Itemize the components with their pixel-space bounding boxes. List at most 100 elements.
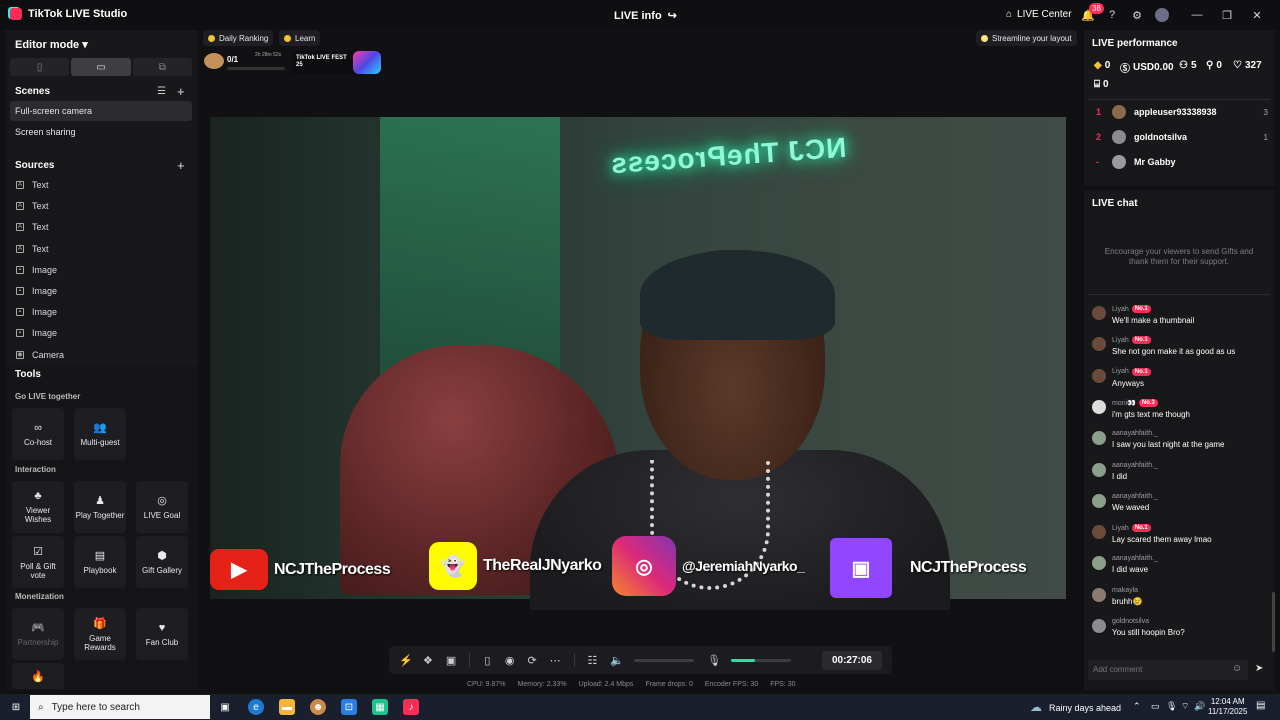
chat-message[interactable]: moni👀 No.3 i'm gts text me though — [1092, 398, 1268, 419]
file-explorer-icon[interactable]: ▬ — [279, 699, 295, 715]
chat-message[interactable]: makayla bruhh😢 — [1092, 587, 1268, 606]
dual-mode-tab[interactable]: ⧉ — [132, 58, 192, 76]
stat-frame-drops: Frame drops: 0 — [645, 681, 693, 688]
chat-message[interactable]: Liyah No.1 Lay scared them away lmao — [1092, 524, 1268, 544]
store-icon[interactable]: ⊡ — [341, 699, 357, 715]
portrait-mode-tab[interactable]: ▯ — [10, 58, 70, 76]
chat-message[interactable]: aanayahfaith._ We waved — [1092, 493, 1268, 512]
scene-item[interactable]: Full-screen camera — [10, 101, 192, 121]
instagram-handle: @JeremiahNyarko_ — [682, 558, 805, 574]
network-icon[interactable]: ▭ — [1151, 701, 1160, 712]
add-source-icon[interactable]: + — [177, 158, 185, 173]
gift-icon: ⌸ — [1094, 79, 1100, 90]
chat-username-row: makayla — [1112, 587, 1142, 594]
settings-gear-icon[interactable]: ⚙ — [1130, 8, 1144, 22]
volume-icon[interactable]: 🔊 — [1194, 701, 1205, 712]
multi-guest-button[interactable]: 👥 Multi-guest — [74, 408, 126, 460]
viewer-wishes-button[interactable]: ♣ Viewer Wishes — [12, 481, 64, 533]
speaker-icon[interactable]: 🔈 — [610, 654, 624, 667]
layout-icon[interactable]: ▣ — [446, 654, 456, 667]
chat-message[interactable]: aanayahfaith._ I did wave — [1092, 555, 1268, 574]
source-item[interactable]: ▪ Image — [16, 328, 57, 338]
help-icon[interactable]: ? — [1105, 8, 1119, 22]
phone-icon[interactable]: ▯ — [483, 654, 492, 667]
wifi-icon[interactable]: ⌔ — [1181, 701, 1189, 712]
streamline-layout-button[interactable]: Streamline your layout — [976, 30, 1077, 46]
chat-message[interactable]: Liyah No.1 She not gon make it as good as… — [1092, 336, 1268, 356]
minimize-icon[interactable]: — — [1190, 8, 1204, 22]
search-icon: ⌕ — [38, 701, 44, 713]
play-together-button[interactable]: ♟ Play Together — [74, 481, 126, 533]
close-icon[interactable]: ✕ — [1250, 8, 1264, 22]
source-item[interactable]: ◉ Camera — [16, 350, 64, 360]
add-scene-icon[interactable]: + — [177, 84, 185, 99]
chevron-up-icon[interactable]: ⌃ — [1133, 701, 1141, 712]
source-item[interactable]: A Text — [16, 201, 49, 211]
send-icon[interactable]: ➤ — [1255, 663, 1263, 674]
source-item[interactable]: ▪ Image — [16, 307, 57, 317]
live-center-button[interactable]: ⌂ LIVE Center — [1006, 9, 1072, 20]
poll-gift-vote-button[interactable]: ☑ Poll & Gift vote — [12, 536, 64, 588]
magic-wand-icon[interactable]: ⚡ — [399, 654, 413, 667]
windows-start-icon[interactable]: ⊞ — [8, 699, 24, 715]
landscape-mode-tab[interactable]: ▭ — [71, 58, 131, 76]
effects-icon[interactable]: ❖ — [423, 654, 433, 667]
ranking-row[interactable]: 1 appleuser93338938 3 — [1096, 103, 1268, 121]
scene-item[interactable]: Screen sharing — [10, 122, 192, 142]
microphone-icon[interactable]: 🎙 — [707, 654, 721, 667]
comment-input[interactable]: Add comment — [1088, 660, 1248, 680]
chat-message[interactable]: aanayahfaith._ I did — [1092, 462, 1268, 481]
chat-scrollbar[interactable] — [1272, 592, 1275, 652]
chat-message[interactable]: aanayahfaith._ I saw you last night at t… — [1092, 430, 1268, 449]
source-item[interactable]: A Text — [16, 180, 49, 190]
emoji-icon[interactable]: ☺ — [1232, 663, 1242, 674]
followers-stat: ⚲ 0 — [1206, 60, 1222, 71]
task-view-icon[interactable]: ▣ — [217, 699, 233, 715]
co-host-button[interactable]: ∞ Co-host — [12, 408, 64, 460]
chat-message[interactable]: goldnotsilva You still hoopin Bro? — [1092, 618, 1268, 637]
taskbar-search[interactable]: ⌕ Type here to search — [30, 695, 210, 719]
partnership-button[interactable]: 🎮 Partnership — [12, 608, 64, 660]
more-tool-button[interactable]: 🔥 — [12, 663, 64, 689]
chat-message[interactable]: Liyah No.1 Anyways — [1092, 367, 1268, 388]
learn-button[interactable]: Learn — [279, 30, 321, 46]
mic-level-slider[interactable] — [731, 658, 791, 662]
system-clock[interactable]: 12:04 AM 11/17/2025 — [1208, 697, 1247, 717]
source-item[interactable]: ▪ Image — [16, 265, 57, 275]
weather-text[interactable]: Rainy days ahead — [1049, 703, 1121, 713]
fest-banner[interactable]: TikTok LIVE FEST 25 — [292, 51, 354, 74]
live-goal-button[interactable]: ◎ LIVE Goal — [136, 481, 188, 533]
gift-gallery-button[interactable]: ⬢ Gift Gallery — [136, 536, 188, 588]
microphone-tray-icon[interactable]: 🎙 — [1166, 701, 1177, 712]
home-icon: ⌂ — [1006, 9, 1013, 20]
more-icon[interactable]: ⋯ — [550, 654, 561, 667]
source-item[interactable]: A Text — [16, 244, 49, 254]
ranking-row[interactable]: 2 goldnotsilva 1 — [1096, 128, 1268, 146]
ranking-row[interactable]: - Mr Gabby — [1096, 153, 1268, 171]
editor-mode-dropdown[interactable]: Editor mode ▾ — [15, 38, 88, 51]
daily-ranking-button[interactable]: Daily Ranking — [203, 30, 274, 46]
source-item[interactable]: ▪ Image — [16, 286, 57, 296]
notification-bell-icon[interactable]: 🔔 38 — [1081, 3, 1104, 22]
chat-hint: Encourage your viewers to send Gifts and… — [1104, 247, 1254, 266]
edge-icon[interactable]: e — [248, 699, 264, 715]
volume-slider[interactable] — [634, 658, 695, 662]
chat-message[interactable]: Liyah No.1 We'll make a thumbnail — [1092, 305, 1268, 325]
fan-club-button[interactable]: ♥ Fan Club — [136, 608, 188, 660]
tiktok-studio-taskbar-icon[interactable]: ♪ — [403, 699, 419, 715]
live-info-button[interactable]: LIVE info ↪ — [614, 9, 677, 23]
avatar[interactable] — [1155, 8, 1169, 22]
app-icon[interactable]: ☻ — [310, 699, 326, 715]
record-icon[interactable]: ◉ — [505, 654, 515, 667]
audio-mixer-icon[interactable]: ☷ — [587, 654, 597, 667]
notification-count: 38 — [1089, 3, 1104, 14]
notification-center-icon[interactable]: ▤ — [1256, 700, 1265, 711]
maximize-icon[interactable]: ❐ — [1220, 8, 1234, 22]
app-icon[interactable]: ▦ — [372, 699, 388, 715]
chat-text: We'll make a thumbnail — [1112, 316, 1195, 325]
scene-list-icon[interactable]: ☰ — [157, 86, 166, 97]
game-rewards-button[interactable]: 🎁 Game Rewards — [74, 608, 126, 660]
replay-icon[interactable]: ⟳ — [527, 654, 536, 667]
playbook-button[interactable]: ▤ Playbook — [74, 536, 126, 588]
source-item[interactable]: A Text — [16, 222, 49, 232]
